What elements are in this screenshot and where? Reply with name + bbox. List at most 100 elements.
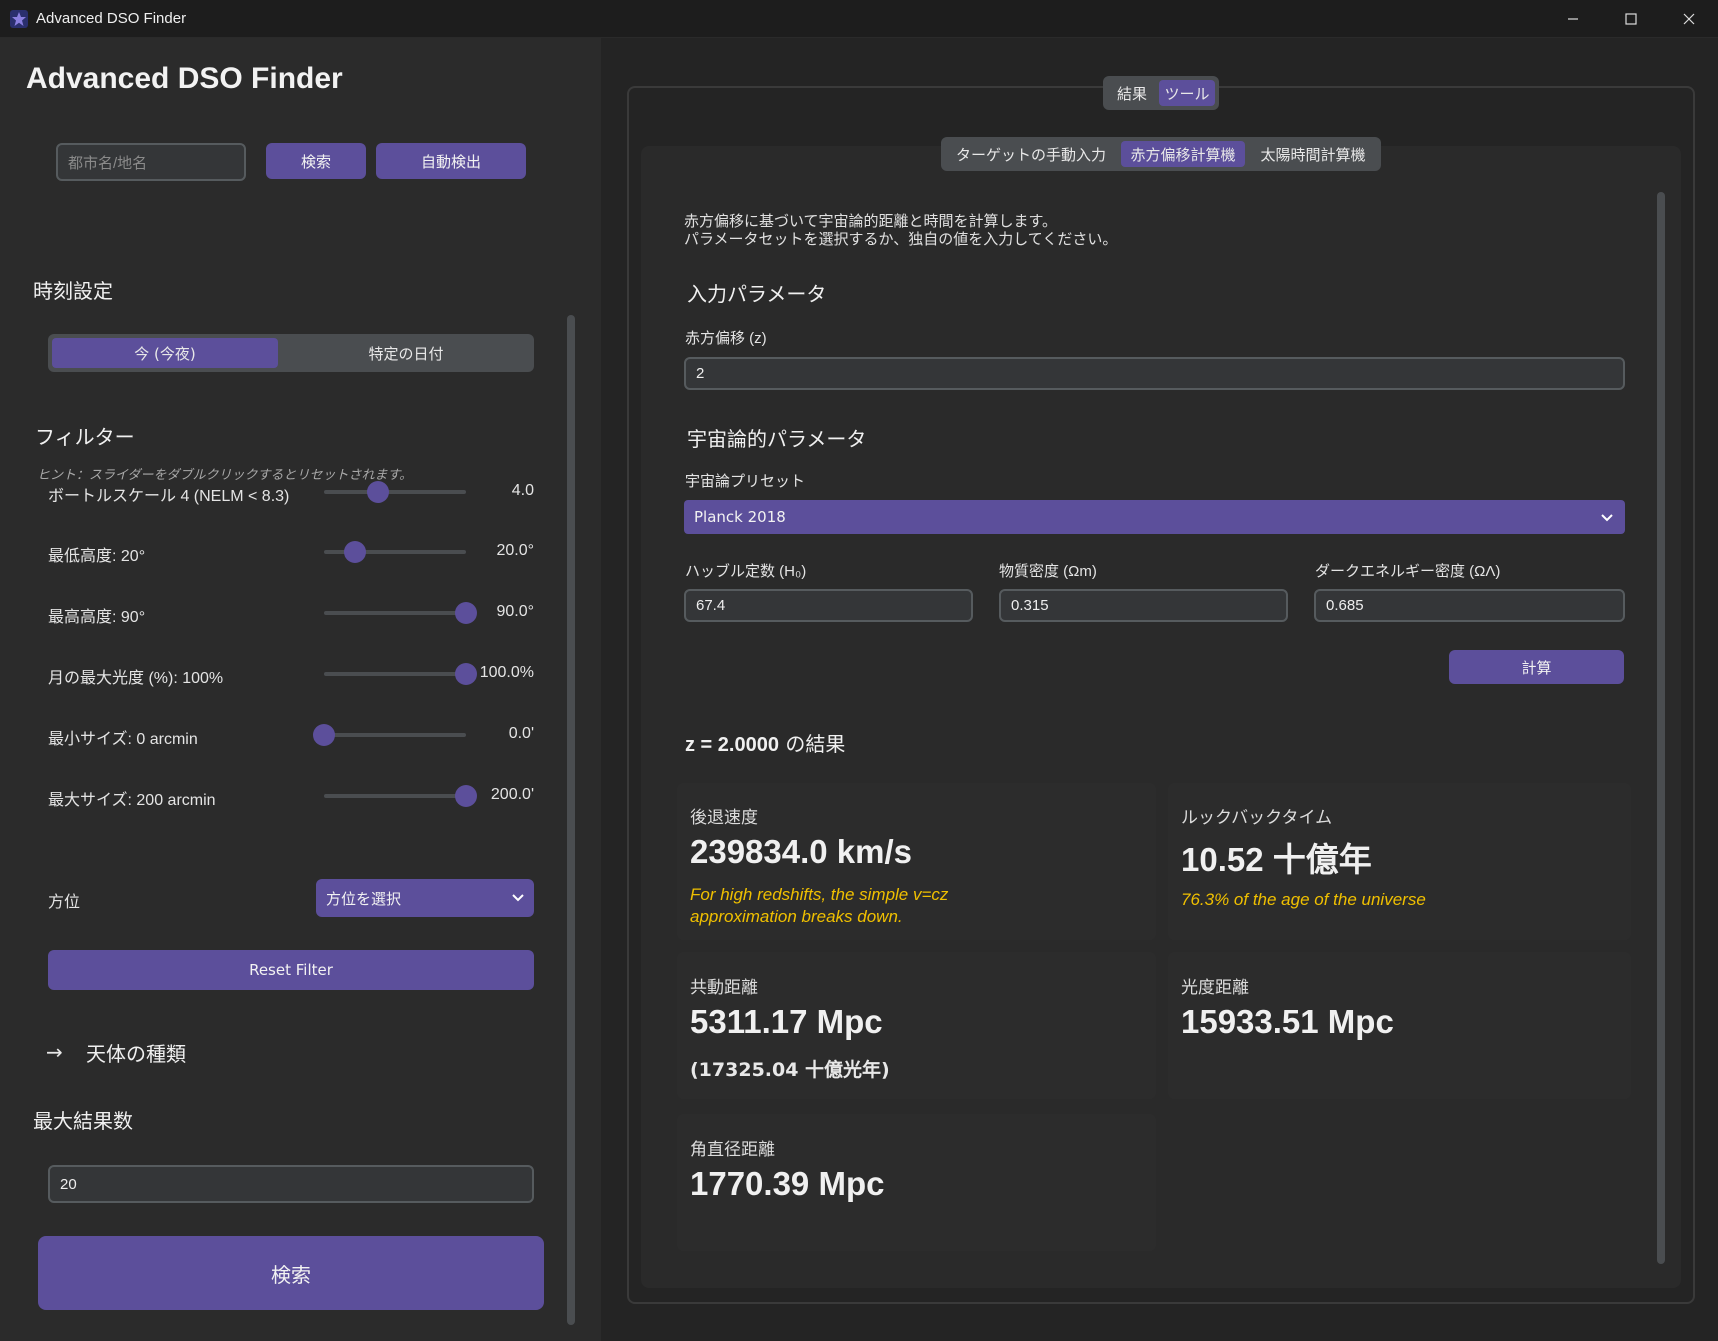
h0-input[interactable]: 67.4 — [684, 589, 973, 622]
results-z: z = 2.0000 — [685, 734, 779, 756]
card-sub-value: (17325.04 十億光年) — [690, 1059, 890, 1081]
card-angular-diameter-distance: 角直径距離 1770.39 Mpc — [677, 1114, 1156, 1251]
slider-track[interactable] — [324, 672, 466, 676]
card-value: 1770.39 Mpc — [690, 1165, 885, 1202]
tab-manual-target[interactable]: ターゲットの手動入力 — [945, 141, 1117, 167]
max-results-input[interactable]: 20 — [48, 1165, 534, 1203]
location-input[interactable]: 都市名/地名 — [56, 143, 246, 181]
card-note: 76.3% of the age of the universe — [1181, 890, 1426, 909]
time-settings-heading: 時刻設定 — [33, 279, 113, 303]
results-suffix: の結果 — [785, 732, 846, 756]
filter-heading: フィルター — [35, 425, 135, 449]
slider-thumb[interactable] — [455, 602, 477, 624]
preset-select[interactable]: Planck 2018 — [684, 500, 1625, 534]
card-title: 共動距離 — [690, 978, 758, 998]
card-title: ルックバックタイム — [1181, 808, 1333, 828]
card-title: 光度距離 — [1181, 978, 1249, 998]
tab-solar-time-calculator[interactable]: 太陽時間計算機 — [1249, 141, 1377, 167]
card-comoving-distance: 共動距離 5311.17 Mpc (17325.04 十億光年) — [677, 952, 1156, 1099]
slider-value: 200.0' — [490, 786, 534, 803]
slider-label: 最低高度: 20° — [48, 548, 146, 565]
direction-select[interactable]: 方位を選択 — [316, 879, 534, 917]
slider-value: 4.0 — [511, 482, 534, 499]
preset-label: 宇宙論プリセット — [685, 473, 806, 490]
preset-select-value: Planck 2018 — [694, 508, 786, 526]
filter-hint: ヒント：スライダーをダブルクリックするとリセットされます。 — [37, 468, 413, 483]
inner-tabs: ターゲットの手動入力 赤方偏移計算機 太陽時間計算機 — [941, 137, 1381, 171]
cosmo-params-heading: 宇宙論的パラメータ — [687, 427, 867, 451]
slider-track[interactable] — [324, 794, 466, 798]
outer-tabs: 結果 ツール — [1103, 76, 1219, 110]
main-search-button[interactable]: 検索 — [38, 1236, 544, 1310]
tab-redshift-calculator[interactable]: 赤方偏移計算機 — [1121, 141, 1245, 167]
direction-label: 方位 — [48, 894, 81, 911]
card-luminosity-distance: 光度距離 15933.51 Mpc — [1168, 952, 1631, 1099]
slider-track[interactable] — [324, 733, 466, 737]
card-note: For high redshifts, the simple v=cz — [690, 885, 949, 904]
description-line: 赤方偏移に基づいて宇宙論的距離と時間を計算します。 — [684, 212, 1058, 230]
slider-label: ボートルスケール 4 (NELM < 8.3) — [48, 488, 290, 505]
om-input[interactable]: 0.315 — [999, 589, 1288, 622]
maximize-icon[interactable] — [1602, 0, 1660, 38]
slider-value: 0.0' — [508, 725, 534, 742]
redshift-label: 赤方偏移 (z) — [685, 330, 767, 347]
slider-track[interactable] — [324, 611, 466, 615]
card-recession-velocity: 後退速度 239834.0 km/s For high redshifts, t… — [677, 783, 1156, 940]
tools-scrollbar[interactable] — [1657, 192, 1665, 1264]
direction-select-value: 方位を選択 — [326, 889, 402, 908]
card-title: 後退速度 — [690, 808, 758, 828]
reset-filter-button[interactable]: Reset Filter — [48, 950, 534, 990]
card-value: 5311.17 Mpc — [690, 1003, 883, 1040]
card-lookback-time: ルックバックタイム 10.52 十億年 76.3% of the age of … — [1168, 783, 1631, 940]
input-params-heading: 入力パラメータ — [687, 282, 827, 306]
slider-label: 最高高度: 90° — [48, 609, 146, 626]
auto-detect-button[interactable]: 自動検出 — [376, 143, 526, 179]
card-value: 239834.0 km/s — [690, 833, 913, 870]
slider-label: 最小サイズ: 0 arcmin — [48, 731, 198, 748]
redshift-input[interactable]: 2 — [684, 357, 1625, 390]
description-line: パラメータセットを選択するか、独自の値を入力してください。 — [684, 230, 1118, 248]
chevron-down-icon — [1601, 514, 1613, 522]
app-heading: Advanced DSO Finder — [26, 62, 343, 95]
slider-thumb[interactable] — [455, 785, 477, 807]
ol-label: ダークエネルギー密度 (ΩΛ) — [1315, 563, 1501, 580]
slider-thumb[interactable] — [366, 481, 389, 503]
slider-thumb[interactable] — [313, 724, 335, 746]
object-types-toggle[interactable]: 天体の種類 — [86, 1038, 186, 1067]
slider-label: 月の最大光度 (%): 100% — [48, 670, 224, 687]
arrow-right-icon[interactable]: → — [46, 1040, 63, 1064]
tab-tools[interactable]: ツール — [1159, 80, 1215, 106]
slider-label: 最大サイズ: 200 arcmin — [48, 792, 216, 809]
description: 赤方偏移に基づいて宇宙論的距離と時間を計算します。 パラメータセットを選択するか… — [684, 212, 1117, 248]
slider-value: 100.0% — [479, 664, 534, 681]
sidebar-scrollbar[interactable] — [567, 315, 575, 1325]
chevron-down-icon — [512, 894, 524, 902]
app-star-icon — [10, 10, 28, 28]
h0-label: ハッブル定数 (H₀) — [685, 563, 807, 580]
max-results-heading: 最大結果数 — [33, 1109, 133, 1133]
calculate-button[interactable]: 計算 — [1449, 650, 1624, 684]
sidebar: Advanced DSO Finder 都市名/地名 検索 自動検出 時刻設定 … — [0, 38, 601, 1341]
slider-thumb[interactable] — [344, 541, 367, 563]
window-title: Advanced DSO Finder — [36, 10, 187, 27]
close-icon[interactable] — [1660, 0, 1718, 38]
card-value: 15933.51 Mpc — [1181, 1003, 1394, 1040]
location-search-button[interactable]: 検索 — [266, 143, 366, 179]
tab-results[interactable]: 結果 — [1107, 80, 1157, 106]
card-note: approximation breaks down. — [690, 907, 903, 926]
slider-track[interactable] — [324, 490, 466, 494]
ol-input[interactable]: 0.685 — [1314, 589, 1625, 622]
om-label: 物質密度 (Ωm) — [999, 563, 1097, 580]
time-now-option[interactable]: 今 (今夜) — [52, 338, 278, 368]
time-segmented-control: 今 (今夜) 特定の日付 — [48, 334, 534, 372]
slider-value: 90.0° — [496, 603, 534, 620]
slider-value: 20.0° — [496, 542, 534, 559]
card-title: 角直径距離 — [690, 1140, 775, 1160]
time-specific-date-option[interactable]: 特定の日付 — [282, 338, 530, 368]
title-bar: Advanced DSO Finder — [0, 0, 1718, 38]
minimize-icon[interactable] — [1544, 0, 1602, 38]
main-panel: 結果 ツール ターゲットの手動入力 赤方偏移計算機 太陽時間計算機 赤方偏移に基… — [601, 38, 1718, 1341]
results-heading: z = 2.0000 の結果 — [685, 728, 845, 757]
card-value: 10.52 十億年 — [1181, 841, 1372, 878]
slider-thumb[interactable] — [455, 663, 477, 685]
